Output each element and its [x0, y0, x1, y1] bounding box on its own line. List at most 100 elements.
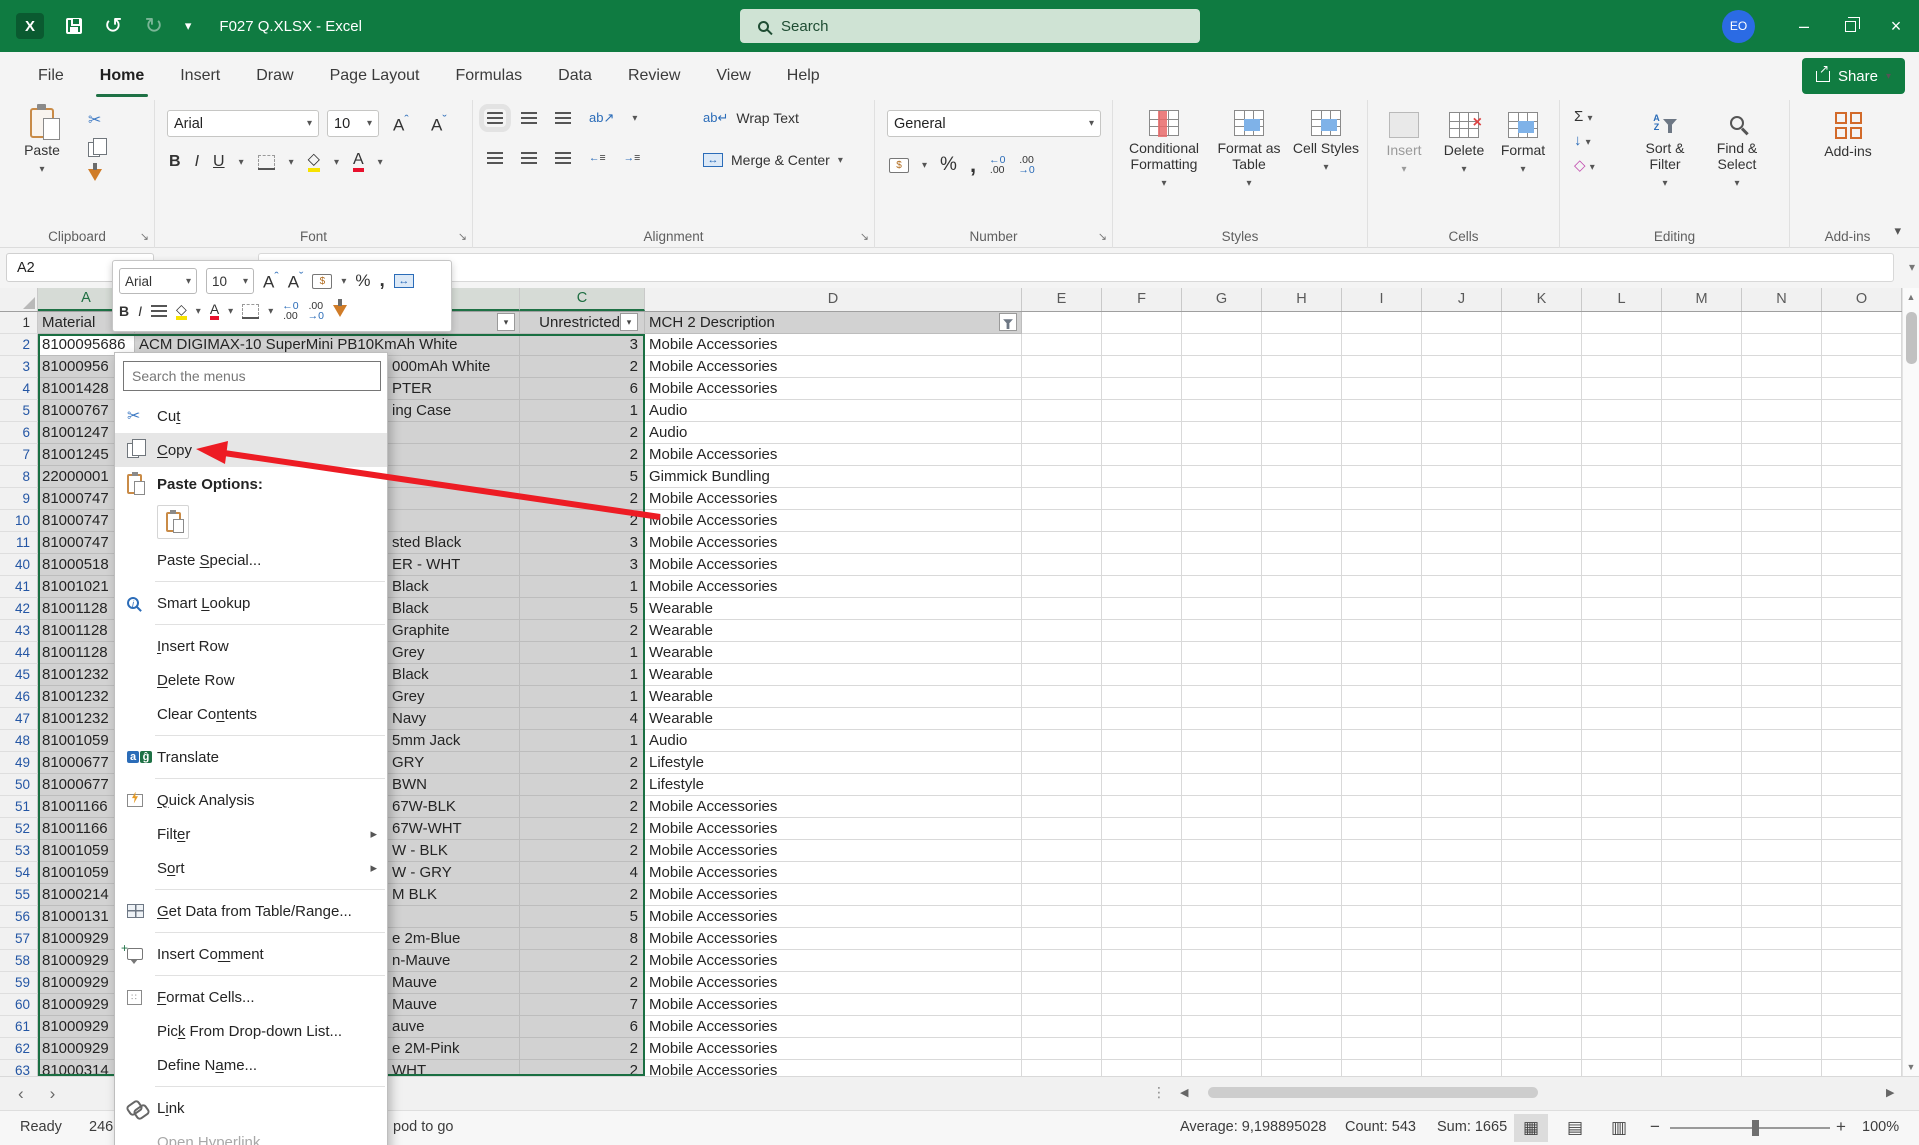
cell-O59[interactable] — [1822, 972, 1902, 994]
cell-D8[interactable]: Gimmick Bundling — [645, 466, 1022, 488]
cell-F40[interactable] — [1102, 554, 1182, 576]
cell-I11[interactable] — [1342, 532, 1422, 554]
cell-G3[interactable] — [1182, 356, 1262, 378]
cell-D47[interactable]: Wearable — [645, 708, 1022, 730]
increase-decimal-icon[interactable]: ←0.00 — [989, 155, 1005, 176]
scroll-right-icon[interactable]: ▶ — [1886, 1086, 1894, 1099]
tab-home[interactable]: Home — [84, 52, 160, 100]
cell-N62[interactable] — [1742, 1038, 1822, 1060]
menu-item-smart-lookup[interactable]: i Smart Lookup — [115, 586, 387, 620]
cell-F58[interactable] — [1102, 950, 1182, 972]
cell-J42[interactable] — [1422, 598, 1502, 620]
cell-C56[interactable]: 5 — [520, 906, 645, 928]
cell-D52[interactable]: Mobile Accessories — [645, 818, 1022, 840]
next-sheet-icon[interactable]: › — [50, 1084, 56, 1104]
cell-M47[interactable] — [1662, 708, 1742, 730]
accounting-format-icon[interactable]: $ — [889, 157, 909, 173]
row-number-7[interactable]: 7 — [0, 444, 38, 466]
cell-O42[interactable] — [1822, 598, 1902, 620]
cell-N4[interactable] — [1742, 378, 1822, 400]
borders-icon[interactable] — [257, 154, 275, 170]
align-middle-icon[interactable] — [521, 112, 537, 124]
menu-search-input[interactable] — [123, 361, 381, 391]
bold-icon[interactable]: B — [169, 153, 181, 171]
cell-D45[interactable]: Wearable — [645, 664, 1022, 686]
cell-N44[interactable] — [1742, 642, 1822, 664]
cell-E1[interactable] — [1022, 312, 1102, 334]
cell-G8[interactable] — [1182, 466, 1262, 488]
column-header-c[interactable]: C — [520, 288, 645, 311]
cell-E48[interactable] — [1022, 730, 1102, 752]
cell-K7[interactable] — [1502, 444, 1582, 466]
share-button[interactable]: Share ▾ — [1801, 58, 1905, 94]
cell-O43[interactable] — [1822, 620, 1902, 642]
cell-N61[interactable] — [1742, 1016, 1822, 1038]
cell-D46[interactable]: Wearable — [645, 686, 1022, 708]
cell-M48[interactable] — [1662, 730, 1742, 752]
cell-H4[interactable] — [1262, 378, 1342, 400]
cell-L48[interactable] — [1582, 730, 1662, 752]
cell-L8[interactable] — [1582, 466, 1662, 488]
cell-H58[interactable] — [1262, 950, 1342, 972]
cell-J48[interactable] — [1422, 730, 1502, 752]
cell-G5[interactable] — [1182, 400, 1262, 422]
expand-formula-bar-icon[interactable]: ▾ — [1909, 260, 1915, 274]
cell-O45[interactable] — [1822, 664, 1902, 686]
cell-F62[interactable] — [1102, 1038, 1182, 1060]
column-header-m[interactable]: M — [1662, 288, 1742, 311]
cell-F8[interactable] — [1102, 466, 1182, 488]
cell-J62[interactable] — [1422, 1038, 1502, 1060]
column-header-l[interactable]: L — [1582, 288, 1662, 311]
menu-item-quick-analysis[interactable]: Quick Analysis — [115, 783, 387, 817]
cell-H60[interactable] — [1262, 994, 1342, 1016]
cell-K52[interactable] — [1502, 818, 1582, 840]
row-number-44[interactable]: 44 — [0, 642, 38, 664]
cell-L63[interactable] — [1582, 1060, 1662, 1076]
cell-E9[interactable] — [1022, 488, 1102, 510]
cell-N60[interactable] — [1742, 994, 1822, 1016]
cell-F55[interactable] — [1102, 884, 1182, 906]
cell-J56[interactable] — [1422, 906, 1502, 928]
excel-logo-icon[interactable]: X — [16, 13, 44, 39]
cut-icon[interactable]: ✂ — [88, 110, 102, 130]
cell-J9[interactable] — [1422, 488, 1502, 510]
font-name-combo[interactable]: Arial ▾ — [167, 110, 319, 137]
filter-dropdown-icon[interactable]: ▾ — [620, 313, 638, 331]
column-header-n[interactable]: N — [1742, 288, 1822, 311]
delete-cells-button[interactable]: Delete▾ — [1438, 112, 1490, 178]
row-number-3[interactable]: 3 — [0, 356, 38, 378]
cell-K11[interactable] — [1502, 532, 1582, 554]
cell-E10[interactable] — [1022, 510, 1102, 532]
cell-N8[interactable] — [1742, 466, 1822, 488]
cell-F56[interactable] — [1102, 906, 1182, 928]
row-number-5[interactable]: 5 — [0, 400, 38, 422]
row-number-45[interactable]: 45 — [0, 664, 38, 686]
tab-review[interactable]: Review — [612, 52, 696, 100]
cell-E57[interactable] — [1022, 928, 1102, 950]
cell-O10[interactable] — [1822, 510, 1902, 532]
cell-I1[interactable] — [1342, 312, 1422, 334]
cell-F59[interactable] — [1102, 972, 1182, 994]
cell-D2[interactable]: Mobile Accessories — [645, 334, 1022, 356]
cell-H55[interactable] — [1262, 884, 1342, 906]
cell-K1[interactable] — [1502, 312, 1582, 334]
cell-G56[interactable] — [1182, 906, 1262, 928]
cell-J47[interactable] — [1422, 708, 1502, 730]
cell-G9[interactable] — [1182, 488, 1262, 510]
menu-item-format-cells[interactable]: ∷ Format Cells... — [115, 980, 387, 1014]
menu-item-paste-options[interactable]: Paste Options: — [115, 467, 387, 501]
vertical-scroll-thumb[interactable] — [1906, 312, 1917, 364]
cell-N6[interactable] — [1742, 422, 1822, 444]
cell-J4[interactable] — [1422, 378, 1502, 400]
cell-L5[interactable] — [1582, 400, 1662, 422]
cell-K46[interactable] — [1502, 686, 1582, 708]
cell-J61[interactable] — [1422, 1016, 1502, 1038]
cell-C10[interactable]: 2 — [520, 510, 645, 532]
cell-O48[interactable] — [1822, 730, 1902, 752]
cell-O6[interactable] — [1822, 422, 1902, 444]
cell-F44[interactable] — [1102, 642, 1182, 664]
cell-D56[interactable]: Mobile Accessories — [645, 906, 1022, 928]
cell-C48[interactable]: 1 — [520, 730, 645, 752]
mini-font-name-combo[interactable]: Arial ▾ — [119, 268, 197, 294]
cell-M2[interactable] — [1662, 334, 1742, 356]
